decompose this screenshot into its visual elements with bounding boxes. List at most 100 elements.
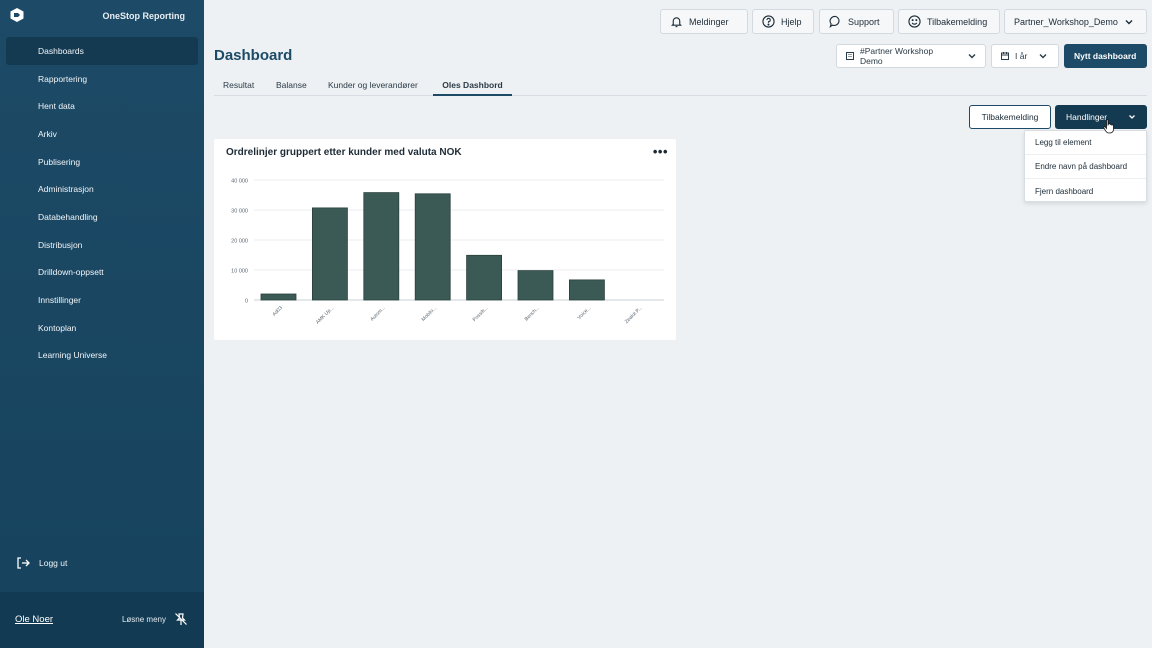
building-icon (845, 52, 854, 60)
sidebar-item-distribusjon[interactable]: Distribusjon (6, 231, 198, 259)
chart-bar (260, 293, 297, 301)
sidebar-nav: Dashboards Rapportering Hent data Arkiv … (6, 37, 198, 369)
y-tick-label: 20 000 (231, 239, 248, 245)
company-filter[interactable]: #Partner Workshop Demo (836, 44, 986, 68)
chart-bar (517, 270, 554, 301)
chevron-down-icon (1129, 115, 1135, 119)
chart-bar (414, 193, 451, 301)
dashboard-tabs: Resultat Balanse Kunder og leverandører … (214, 76, 1147, 96)
help-label: Hjelp (781, 16, 802, 27)
sidebar-item-label: Drilldown-oppsett (38, 267, 104, 278)
sidebar-item-rapportering[interactable]: Rapportering (6, 65, 198, 93)
y-tick-label: 0 (245, 299, 248, 305)
chart-bar (312, 207, 348, 301)
logo-icon[interactable] (9, 7, 25, 23)
page-title: Dashboard (214, 47, 293, 64)
tab-kunder-og-leverandorer[interactable]: Kunder og leverandører (328, 76, 418, 96)
chart-bar (466, 254, 503, 301)
logout-button[interactable]: Logg ut (16, 556, 67, 570)
tab-balanse[interactable]: Balanse (276, 76, 307, 96)
menu-item-remove-dashboard[interactable]: Fjern dashboard (1025, 179, 1146, 203)
sidebar-item-label: Innstillinger (38, 295, 81, 306)
handlinger-label: Handlinger (1066, 112, 1108, 122)
sidebar-item-label: Arkiv (38, 128, 57, 139)
new-dashboard-button[interactable]: Nytt dashboard (1064, 44, 1147, 68)
unpin-icon (175, 613, 187, 625)
brand-name: OneStop Reporting (102, 11, 186, 21)
handlinger-button[interactable]: Handlinger (1055, 105, 1147, 129)
period-filter-label: I år (1015, 51, 1028, 61)
y-tick-label: 40 000 (231, 179, 248, 185)
bar-chart: 0 10 000 20 000 30 000 40 000 Ad03 AMK Up... Au… (231, 179, 664, 326)
logout-label: Logg ut (39, 558, 68, 568)
unpin-menu-button[interactable]: Løsne meny (122, 612, 188, 626)
x-tick-label: Ad03 (271, 305, 284, 318)
sidebar-item-label: Hent data (38, 101, 75, 112)
help-icon (762, 15, 775, 28)
y-tick-label: 30 000 (231, 209, 248, 215)
sidebar-item-databehandling[interactable]: Databehandling (6, 203, 198, 231)
sidebar-item-innstillinger[interactable]: Innstillinger (6, 286, 198, 314)
x-tick-label: Zealot P... (624, 305, 644, 325)
tab-oles-dashbord[interactable]: Oles Dashbord (433, 76, 512, 96)
feedback-top-button[interactable]: Tilbakemelding (898, 9, 1000, 34)
unpin-label: Løsne meny (121, 614, 166, 624)
workspace-selector[interactable]: Partner_Workshop_Demo (1004, 9, 1147, 34)
chart-widget: Ordrelinjer gruppert etter kunder med va… (214, 139, 676, 340)
sidebar-item-label: Administrasjon (38, 184, 94, 195)
chart-bar (363, 192, 400, 301)
chevron-down-icon (1039, 54, 1047, 59)
x-tick-label: Mobilo... (421, 305, 439, 323)
chevron-down-icon (968, 54, 976, 59)
handlinger-menu: Legg til element Endre navn på dashboard… (1024, 130, 1147, 202)
tab-resultat[interactable]: Resultat (223, 76, 254, 96)
x-tick-label: Bench... (524, 305, 541, 322)
y-tick-label: 10 000 (231, 269, 248, 275)
workspace-label: Partner_Workshop_Demo (1014, 16, 1118, 27)
help-button[interactable]: Hjelp (752, 9, 814, 34)
notifications-label: Meldinger (689, 16, 729, 27)
sidebar-footer: Ole Noer Løsne meny (0, 592, 204, 648)
feedback-top-label: Tilbakemelding (927, 16, 988, 27)
x-tick-label: Voice... (576, 305, 592, 321)
logout-icon (17, 557, 30, 569)
sidebar-item-label: Learning Universe (38, 350, 107, 361)
x-tick-label: AMK Up... (315, 305, 335, 325)
sidebar-item-dashboards[interactable]: Dashboards (6, 37, 198, 65)
sidebar-item-kontoplan[interactable]: Kontoplan (6, 314, 198, 342)
menu-item-add-element[interactable]: Legg til element (1025, 131, 1146, 155)
sidebar-item-administrasjon[interactable]: Administrasjon (6, 175, 198, 203)
sidebar: OneStop Reporting Dashboards Rapporterin… (0, 0, 204, 648)
support-button[interactable]: Support (819, 9, 894, 34)
sidebar-item-arkiv[interactable]: Arkiv (6, 120, 198, 148)
sidebar-item-label: Rapportering (38, 73, 88, 84)
sidebar-item-learning-universe[interactable]: Learning Universe (6, 342, 198, 370)
sidebar-header: OneStop Reporting (0, 0, 204, 34)
sidebar-item-label: Distribusjon (38, 239, 83, 250)
chevron-down-icon (1125, 19, 1133, 24)
menu-item-rename-dashboard[interactable]: Endre navn på dashboard (1025, 155, 1146, 179)
company-filter-label: #Partner Workshop Demo (859, 46, 934, 66)
sidebar-item-label: Kontoplan (38, 322, 77, 333)
sidebar-item-label: Databehandling (38, 211, 98, 222)
new-dashboard-label: Nytt dashboard (1074, 51, 1137, 61)
sidebar-item-hent-data[interactable]: Hent data (6, 92, 198, 120)
user-name-link[interactable]: Ole Noer (15, 614, 53, 625)
chat-icon (829, 15, 840, 28)
sidebar-item-drilldown-oppsett[interactable]: Drilldown-oppsett (6, 259, 198, 287)
period-filter[interactable]: I år (991, 44, 1059, 68)
calendar-icon (1001, 52, 1009, 60)
sidebar-item-label: Dashboards (38, 45, 84, 56)
feedback-label: Tilbakemelding (981, 112, 1039, 122)
x-tick-label: Autom... (369, 305, 386, 322)
chart-bar (568, 279, 605, 301)
feedback-button[interactable]: Tilbakemelding (969, 105, 1051, 129)
sidebar-item-label: Publisering (38, 156, 81, 167)
support-label: Support (848, 16, 880, 27)
notifications-button[interactable]: Meldinger (660, 9, 748, 34)
smiley-icon (908, 15, 921, 28)
sidebar-item-publisering[interactable]: Publisering (6, 148, 198, 176)
hand-cursor-icon (1103, 119, 1114, 134)
bell-icon (670, 17, 683, 28)
x-tick-label: Possib... (472, 305, 490, 323)
